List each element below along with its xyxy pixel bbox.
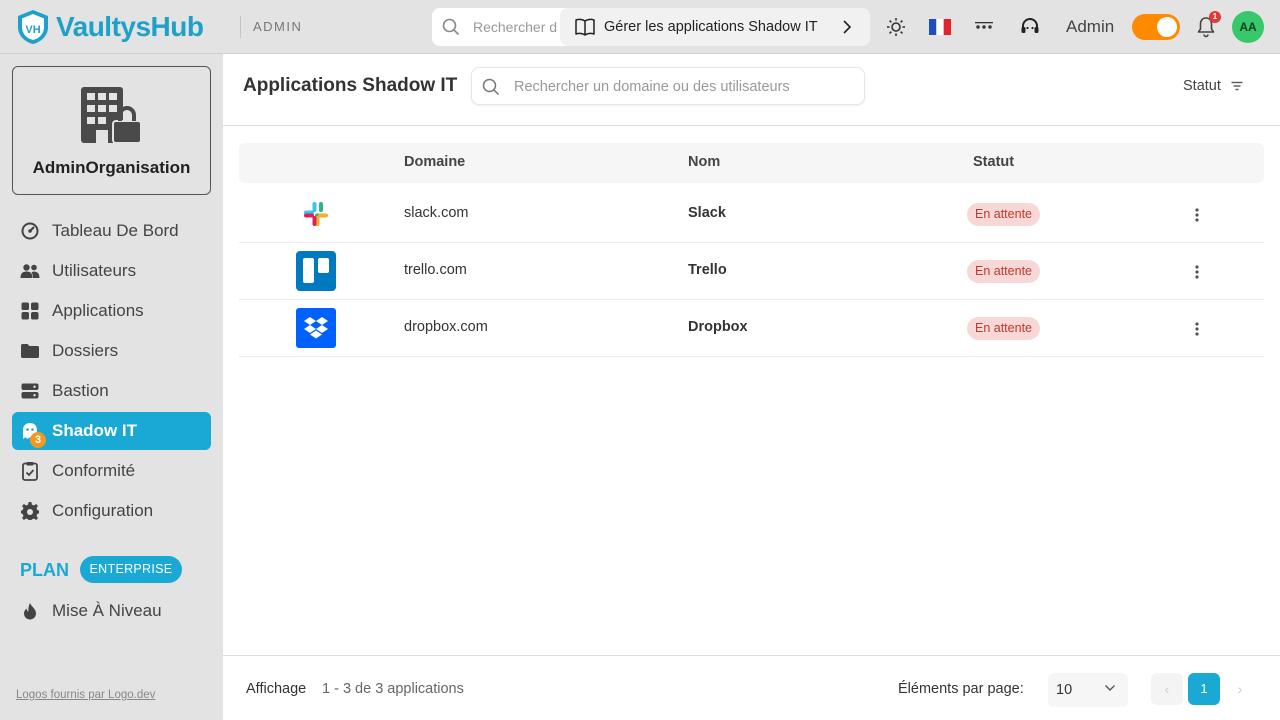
server-icon bbox=[20, 381, 40, 401]
sun-theme-icon[interactable] bbox=[884, 15, 908, 39]
dashboard-icon bbox=[20, 221, 40, 241]
sidebar-item-label: Applications bbox=[52, 301, 144, 320]
row-domain: dropbox.com bbox=[404, 319, 488, 335]
row-domain: slack.com bbox=[404, 205, 469, 221]
guide-label: Gérer les applications Shadow IT bbox=[604, 19, 818, 35]
table-row[interactable]: dropbox.com Dropbox En attente bbox=[239, 300, 1264, 357]
building-lock-icon bbox=[81, 87, 142, 144]
next-page-button[interactable]: › bbox=[1224, 673, 1256, 705]
flame-icon bbox=[20, 601, 40, 621]
organization-name: AdminOrganisation bbox=[32, 158, 191, 177]
gear-icon bbox=[20, 501, 40, 521]
chevron-down-icon bbox=[1105, 685, 1115, 691]
sidebar-item-folders[interactable]: Dossiers bbox=[12, 332, 211, 370]
organization-card[interactable]: AdminOrganisation bbox=[12, 66, 211, 195]
domain-search-input[interactable]: Rechercher un domaine ou des utilisateur… bbox=[471, 67, 865, 105]
table-header: Domaine Nom Statut bbox=[239, 143, 1264, 183]
status-badge: En attente bbox=[967, 203, 1040, 226]
row-name: Trello bbox=[688, 262, 727, 278]
notification-badge: 1 bbox=[1209, 11, 1221, 23]
brand-name: VaultysHub bbox=[56, 11, 204, 42]
sidebar-item-label: Dossiers bbox=[52, 341, 119, 360]
sidebar-item-label: Mise À Niveau bbox=[52, 601, 162, 620]
filter-icon bbox=[1231, 81, 1243, 91]
sidebar-item-label: Tableau De Bord bbox=[52, 221, 179, 240]
column-header-status[interactable]: Statut bbox=[973, 154, 1014, 170]
sidebar-item-label: Configuration bbox=[52, 501, 154, 520]
password-icon[interactable] bbox=[972, 15, 996, 39]
more-vertical-icon[interactable] bbox=[1191, 262, 1203, 282]
search-placeholder: Rechercher d bbox=[473, 19, 558, 35]
previous-page-button[interactable]: ‹ bbox=[1151, 673, 1183, 705]
status-filter-label: Statut bbox=[1183, 78, 1221, 94]
users-icon bbox=[20, 261, 40, 281]
page-button-current[interactable]: 1 bbox=[1188, 673, 1220, 705]
more-vertical-icon[interactable] bbox=[1191, 205, 1203, 225]
book-icon bbox=[575, 18, 595, 36]
admin-mode-toggle[interactable] bbox=[1132, 14, 1180, 40]
search-icon bbox=[442, 18, 460, 36]
main-content: Applications Shadow IT Rechercher un dom… bbox=[223, 54, 1280, 720]
chevron-right-icon bbox=[843, 20, 852, 34]
guide-tooltip-button[interactable]: Gérer les applications Shadow IT bbox=[560, 8, 870, 46]
section-label: ADMIN bbox=[253, 19, 303, 34]
sidebar-item-label: Shadow IT bbox=[52, 421, 137, 440]
search-placeholder: Rechercher un domaine ou des utilisateur… bbox=[514, 79, 790, 95]
table-row[interactable]: slack.com Slack En attente bbox=[239, 186, 1264, 243]
sidebar-item-applications[interactable]: Applications bbox=[12, 292, 211, 330]
dropbox-logo bbox=[296, 308, 336, 348]
sidebar-item-label: Bastion bbox=[52, 381, 109, 400]
plan-label: PLAN bbox=[20, 560, 69, 580]
shield-logo-icon: VH bbox=[18, 10, 48, 44]
french-flag-icon[interactable] bbox=[928, 15, 952, 39]
logos-credit-link[interactable]: Logos fournis par Logo.dev bbox=[16, 689, 155, 701]
folder-icon bbox=[20, 341, 40, 361]
per-page-label: Éléments par page: bbox=[898, 681, 1024, 697]
shadow-it-count-badge: 3 bbox=[30, 432, 46, 448]
display-range: 1 - 3 de 3 applications bbox=[322, 681, 464, 697]
status-filter-button[interactable]: Statut bbox=[1183, 78, 1243, 94]
more-vertical-icon[interactable] bbox=[1191, 319, 1203, 339]
column-header-domain[interactable]: Domaine bbox=[404, 154, 465, 170]
row-name: Dropbox bbox=[688, 319, 748, 335]
top-bar: VH VaultysHub ADMIN Rechercher d Gérer l… bbox=[0, 0, 1280, 54]
support-headset-icon[interactable] bbox=[1018, 15, 1042, 39]
search-icon bbox=[482, 78, 500, 96]
column-header-name[interactable]: Nom bbox=[688, 154, 720, 170]
divider bbox=[240, 16, 241, 38]
row-name: Slack bbox=[688, 205, 726, 221]
sidebar-item-bastion[interactable]: Bastion bbox=[12, 372, 211, 410]
clipboard-check-icon bbox=[20, 461, 40, 481]
sidebar-item-label: Conformité bbox=[52, 461, 136, 480]
sidebar-item-configuration[interactable]: Configuration bbox=[12, 492, 211, 530]
sidebar-item-compliance[interactable]: Conformité bbox=[12, 452, 211, 490]
pagination-footer: Affichage 1 - 3 de 3 applications Élémen… bbox=[223, 655, 1280, 720]
avatar[interactable]: AA bbox=[1232, 11, 1264, 43]
sidebar-item-label: Utilisateurs bbox=[52, 261, 137, 280]
sidebar: AdminOrganisation Tableau De Bord Utilis… bbox=[0, 54, 222, 720]
display-label: Affichage bbox=[246, 681, 307, 697]
status-badge: En attente bbox=[967, 260, 1040, 283]
user-name: Admin bbox=[1066, 17, 1115, 36]
trello-logo bbox=[296, 251, 336, 291]
plan-badge: ENTERPRISE bbox=[80, 556, 182, 583]
sidebar-item-users[interactable]: Utilisateurs bbox=[12, 252, 211, 290]
sidebar-item-shadow-it[interactable]: 3 Shadow IT bbox=[12, 412, 211, 450]
svg-text:VH: VH bbox=[25, 24, 40, 36]
brand-logo[interactable]: VH VaultysHub bbox=[16, 9, 204, 45]
toggle-knob bbox=[1157, 17, 1177, 37]
row-domain: trello.com bbox=[404, 262, 467, 278]
sidebar-item-dashboard[interactable]: Tableau De Bord bbox=[12, 212, 211, 250]
sidebar-item-upgrade[interactable]: Mise À Niveau bbox=[12, 592, 211, 630]
apps-grid-icon bbox=[20, 301, 40, 321]
per-page-value: 10 bbox=[1056, 682, 1073, 698]
status-badge: En attente bbox=[967, 317, 1040, 340]
table-row[interactable]: trello.com Trello En attente bbox=[239, 243, 1264, 300]
page-title: Applications Shadow IT bbox=[243, 75, 458, 96]
slack-logo bbox=[296, 194, 336, 234]
page-header: Applications Shadow IT Rechercher un dom… bbox=[223, 54, 1280, 126]
per-page-select[interactable]: 10 bbox=[1048, 673, 1128, 707]
